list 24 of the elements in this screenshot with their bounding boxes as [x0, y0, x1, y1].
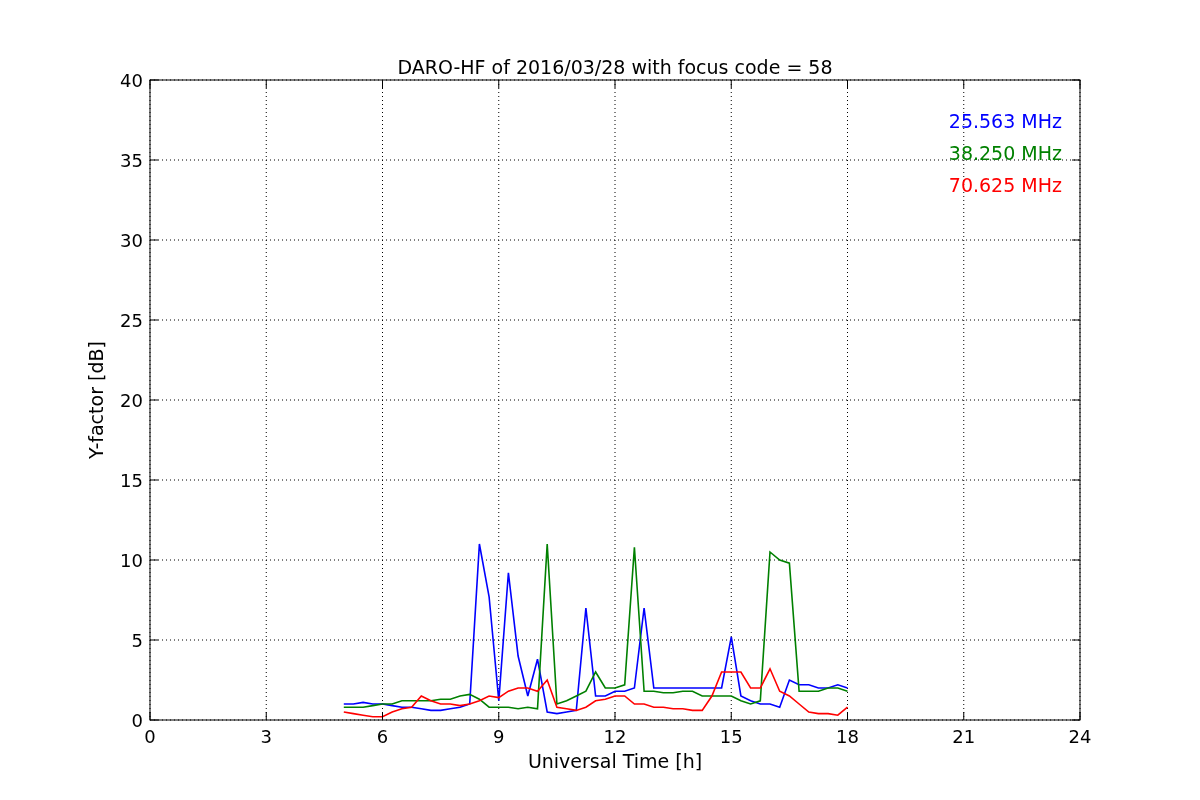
y-tick-label: 15 — [120, 470, 143, 491]
x-tick-label: 15 — [719, 726, 743, 747]
y-tick-label: 25 — [120, 310, 143, 331]
x-tick-label: 18 — [836, 726, 859, 747]
y-tick-label: 30 — [120, 230, 143, 251]
x-tick-label: 12 — [603, 726, 627, 747]
x-tick-label: 6 — [376, 726, 389, 747]
y-tick-label: 35 — [120, 150, 143, 171]
y-tick-label: 40 — [120, 70, 143, 91]
y-tick-label: 10 — [120, 550, 143, 571]
x-tick-label: 21 — [952, 726, 976, 747]
y-tick-label: 0 — [131, 710, 143, 731]
x-tick-label: 0 — [144, 726, 156, 747]
x-axis-label: Universal Time [h] — [527, 750, 703, 772]
legend-label: 38.250 MHz — [948, 142, 1062, 164]
x-tick-label: 3 — [260, 726, 272, 747]
x-tick-label: 9 — [493, 726, 505, 747]
y-tick-label: 20 — [120, 390, 143, 411]
legend-label: 70.625 MHz — [948, 174, 1062, 196]
legend-label: 25.563 MHz — [948, 110, 1062, 132]
y-tick-label: 5 — [131, 630, 143, 651]
chart-title: DARO-HF of 2016/03/28 with focus code = 58 — [397, 56, 833, 78]
y-axis-label: Y-factor [dB] — [85, 341, 107, 459]
x-tick-label: 24 — [1068, 726, 1092, 747]
